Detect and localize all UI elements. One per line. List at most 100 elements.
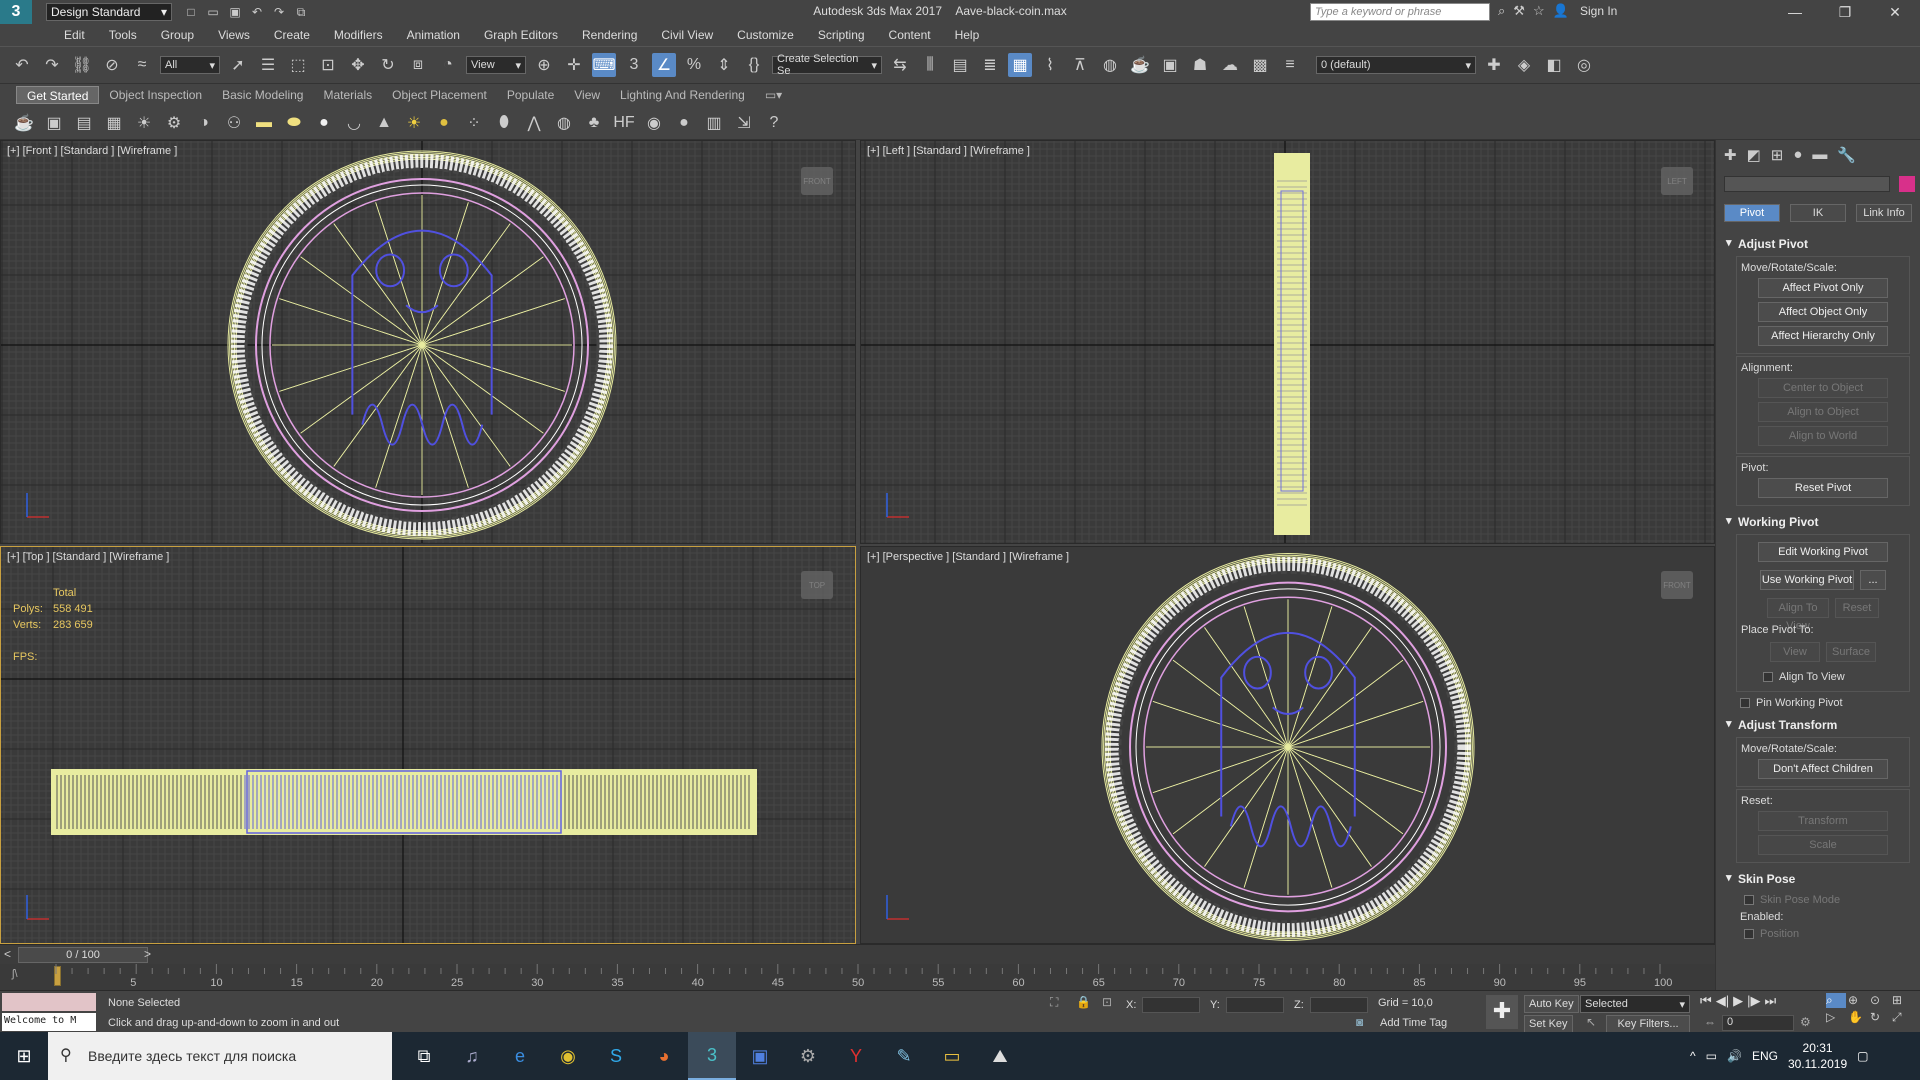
floppy-app-icon[interactable]: ▣	[736, 1032, 784, 1080]
create-tab-icon[interactable]: ✚	[1724, 146, 1737, 164]
z-coordinate[interactable]: Z:	[1294, 997, 1368, 1013]
lock-icon[interactable]: 🔒	[1076, 995, 1091, 1009]
layer-manager-icon[interactable]: ≡	[1278, 53, 1302, 77]
utilities-tab-icon[interactable]: 🔧	[1837, 146, 1856, 164]
yandex-icon[interactable]: Y	[832, 1032, 880, 1080]
layer-dropdown[interactable]: 0 (default) ▾	[1316, 56, 1476, 74]
render-setup-icon[interactable]: ☕	[1128, 53, 1152, 77]
rollout-header[interactable]: Adjust Pivot	[1722, 234, 1914, 254]
ribbon-toggle-icon[interactable]: ▦	[1008, 53, 1032, 77]
help-search-input[interactable]: Type a keyword or phrase	[1310, 3, 1490, 21]
mirror-icon[interactable]: ⇆	[888, 53, 912, 77]
menu-modifiers[interactable]: Modifiers	[322, 28, 395, 42]
capsule-icon[interactable]: ⬮	[492, 111, 516, 135]
viewcube-icon[interactable]: FRONT	[1661, 571, 1693, 599]
orbit-icon[interactable]: ↻	[1870, 1010, 1890, 1025]
file-explorer-icon[interactable]: ▭	[928, 1032, 976, 1080]
restore-icon[interactable]: ❐	[1820, 0, 1870, 24]
plant-icon[interactable]: ♣	[582, 111, 606, 135]
menu-group[interactable]: Group	[149, 28, 206, 42]
time-slider[interactable]: < 0 / 100 >	[0, 944, 1715, 964]
align-to-object-button[interactable]: Align to Object	[1758, 402, 1888, 422]
network-icon[interactable]: ▭	[1706, 1049, 1717, 1063]
bind-space-warp-icon[interactable]: ≈	[130, 53, 154, 77]
go-to-end-icon[interactable]: ⏭	[1764, 993, 1776, 1009]
place-surface-button[interactable]: Surface	[1826, 642, 1876, 662]
select-by-name-icon[interactable]: ☰	[256, 53, 280, 77]
object-color-swatch[interactable]	[1899, 176, 1915, 192]
render-cloud-icon[interactable]: ☁	[1218, 53, 1242, 77]
redo-icon[interactable]: ↷	[40, 53, 64, 77]
moon-icon[interactable]: ◑	[192, 111, 216, 135]
viewport-perspective[interactable]: [+] [Perspective ] [Standard ] [Wirefram…	[860, 546, 1715, 944]
menu-scripting[interactable]: Scripting	[806, 28, 877, 42]
rotate-icon[interactable]: ↻	[376, 53, 400, 77]
tab-object-inspection[interactable]: Object Inspection	[99, 86, 212, 104]
star-icon[interactable]: ☆	[1533, 3, 1545, 19]
reset-pivot-button[interactable]: Reset Pivot	[1758, 478, 1888, 498]
open-file-icon[interactable]: ▭	[204, 3, 222, 21]
clock[interactable]: 20:31 30.11.2019	[1788, 1040, 1847, 1072]
tab-basic-modeling[interactable]: Basic Modeling	[212, 86, 313, 104]
media-app-icon[interactable]: ♫	[448, 1032, 496, 1080]
next-frame-icon[interactable]: >	[144, 947, 151, 961]
menu-create[interactable]: Create	[262, 28, 322, 42]
rect-selection-icon[interactable]: ⬚	[286, 53, 310, 77]
dont-affect-children-button[interactable]: Don't Affect Children	[1758, 759, 1888, 779]
align-to-view-checkbox[interactable]: Align To View	[1763, 671, 1901, 683]
schematic-view-icon[interactable]: ⊼	[1068, 53, 1092, 77]
position-checkbox[interactable]: Position	[1744, 928, 1910, 940]
new-file-icon[interactable]: □	[182, 3, 200, 21]
help-icon[interactable]: ?	[762, 111, 786, 135]
viewport-label[interactable]: [+] [Perspective ] [Standard ] [Wirefram…	[867, 551, 1069, 563]
prev-key-icon[interactable]: ◀|	[1716, 993, 1729, 1009]
add-time-tag[interactable]: Add Time Tag	[1380, 1017, 1447, 1029]
undo-icon[interactable]: ↶	[248, 3, 266, 21]
viewport-top[interactable]: [+] [Top ] [Standard ] [Wireframe ] TOP …	[0, 546, 856, 944]
display-tab-icon[interactable]: ▬	[1812, 146, 1827, 164]
globe-icon[interactable]: ◍	[552, 111, 576, 135]
set-key-button[interactable]: Set Key	[1524, 1015, 1573, 1033]
viewcube-icon[interactable]: TOP	[801, 571, 833, 599]
place-icon[interactable]: ◔	[436, 53, 460, 77]
edit-named-selection-icon[interactable]: {}	[742, 53, 766, 77]
unlink-icon[interactable]: ⊘	[100, 53, 124, 77]
link-icon[interactable]: ⛓	[70, 53, 94, 77]
menu-rendering[interactable]: Rendering	[570, 28, 649, 42]
3dsmax-taskbar-icon[interactable]: 3	[688, 1032, 736, 1080]
document-icon[interactable]: ▤	[72, 111, 96, 135]
tab-lighting-and-rendering[interactable]: Lighting And Rendering	[610, 86, 755, 104]
rollout-header[interactable]: Skin Pose	[1722, 869, 1914, 889]
current-frame-field[interactable]: 0	[1722, 1015, 1794, 1031]
taskbar-search-input[interactable]: ⚲ Введите здесь текст для поиска	[48, 1032, 392, 1080]
particles-icon[interactable]: ⁘	[462, 111, 486, 135]
tab-materials[interactable]: Materials	[313, 86, 382, 104]
menu-civil-view[interactable]: Civil View	[649, 28, 725, 42]
time-config-icon[interactable]: ⚙	[1800, 1015, 1811, 1029]
keyboard-shortcut-icon[interactable]: ⌨	[592, 53, 616, 77]
hair-icon[interactable]: HF	[612, 111, 636, 135]
render-table-icon[interactable]: ▥	[702, 111, 726, 135]
menu-animation[interactable]: Animation	[395, 28, 472, 42]
ellipse-icon[interactable]: ⬬	[282, 111, 306, 135]
pivot-center-icon[interactable]: ⊕	[532, 53, 556, 77]
disc-icon[interactable]: ●	[432, 111, 456, 135]
language-indicator[interactable]: ENG	[1752, 1049, 1778, 1063]
menu-tools[interactable]: Tools	[97, 28, 149, 42]
menu-content[interactable]: Content	[877, 28, 943, 42]
redo-icon[interactable]: ↷	[270, 3, 288, 21]
next-key-icon[interactable]: |▶	[1747, 993, 1760, 1009]
window-crossing-icon[interactable]: ⊡	[316, 53, 340, 77]
ik-tab[interactable]: IK	[1790, 204, 1846, 222]
shell-icon[interactable]: ◉	[642, 111, 666, 135]
people-icon[interactable]: ⚇	[222, 111, 246, 135]
chrome-icon[interactable]: ◉	[544, 1032, 592, 1080]
subscription-icon[interactable]: ⚒	[1513, 3, 1525, 19]
key-filters-button[interactable]: Key Filters...	[1606, 1015, 1690, 1033]
zoom-all-icon[interactable]: ⊕	[1848, 993, 1868, 1008]
bulb-icon[interactable]: ☀	[132, 111, 156, 135]
scene-explorer-icon[interactable]: ▤	[948, 53, 972, 77]
curve-editor-icon[interactable]: ⌇	[1038, 53, 1062, 77]
menu-views[interactable]: Views	[206, 28, 262, 42]
select-manipulate-icon[interactable]: ✛	[562, 53, 586, 77]
